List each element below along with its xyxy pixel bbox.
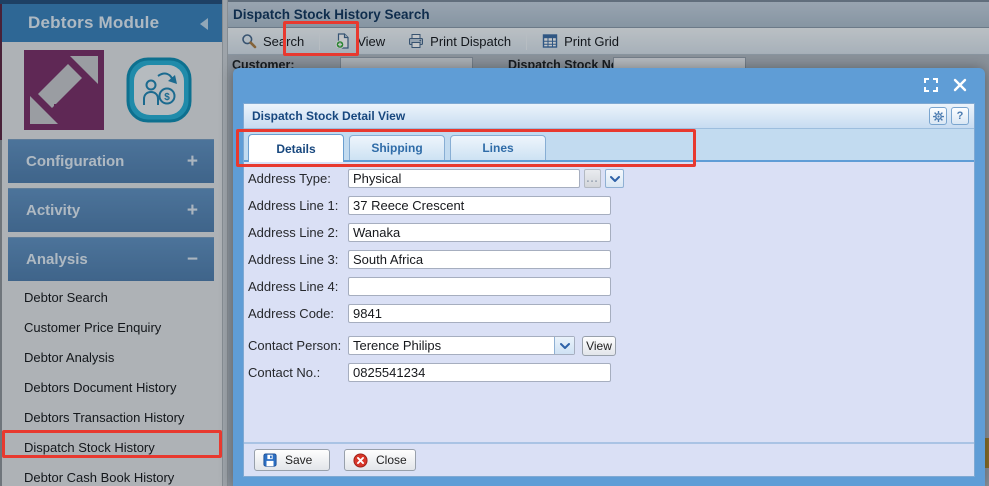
chevron-down-icon — [610, 175, 620, 183]
close-icon — [953, 78, 967, 92]
close-red-icon — [353, 453, 368, 468]
contact-person-chevron[interactable] — [554, 337, 574, 354]
address-line-4-row: Address Line 4: — [248, 277, 974, 296]
modal-window-buttons — [924, 78, 967, 92]
address-line-1-label: Address Line 1: — [248, 198, 348, 213]
tab-shipping[interactable]: Shipping — [349, 135, 445, 160]
address-type-row: Address Type: ... — [248, 169, 974, 188]
gear-icon — [933, 111, 944, 122]
details-form: Address Type: ... Address Line 1: Addres… — [244, 162, 974, 442]
address-line-1-input[interactable] — [348, 196, 611, 215]
maximize-button[interactable] — [924, 78, 938, 92]
close-dialog-button[interactable]: Close — [344, 449, 416, 471]
address-type-label: Address Type: — [248, 171, 348, 186]
address-line-3-label: Address Line 3: — [248, 252, 348, 267]
address-line-4-label: Address Line 4: — [248, 279, 348, 294]
address-code-label: Address Code: — [248, 306, 348, 321]
address-type-input[interactable] — [348, 169, 580, 188]
contact-person-label: Contact Person: — [248, 338, 348, 353]
address-line-2-input[interactable] — [348, 223, 611, 242]
address-type-lookup-button[interactable]: ... — [584, 169, 601, 188]
contact-no-input[interactable] — [348, 363, 611, 382]
address-line-4-input[interactable] — [348, 277, 611, 296]
address-code-input[interactable] — [348, 304, 611, 323]
tab-details[interactable]: Details — [248, 134, 344, 162]
modal-footer: Save Close — [244, 442, 974, 476]
contact-no-label: Contact No.: — [248, 365, 348, 380]
settings-button[interactable] — [929, 107, 947, 125]
address-line-1-row: Address Line 1: — [248, 196, 974, 215]
save-floppy-icon — [263, 453, 277, 467]
app-window: Debtors Module — [0, 0, 989, 486]
close-button[interactable] — [953, 78, 967, 92]
save-label: Save — [285, 453, 312, 467]
save-button[interactable]: Save — [254, 449, 330, 471]
tab-strip: Details Shipping Lines — [244, 129, 974, 162]
contact-person-select[interactable]: Terence Philips — [348, 336, 575, 355]
panel-title: Dispatch Stock Detail View — [252, 109, 925, 123]
contact-no-row: Contact No.: — [248, 363, 974, 382]
address-line-3-input[interactable] — [348, 250, 611, 269]
address-line-2-label: Address Line 2: — [248, 225, 348, 240]
panel-header: Dispatch Stock Detail View ? — [244, 104, 974, 129]
contact-person-row: Contact Person: Terence Philips View — [248, 336, 974, 355]
contact-view-button[interactable]: View — [582, 336, 616, 356]
maximize-icon — [924, 78, 938, 92]
address-code-row: Address Code: — [248, 304, 974, 323]
close-label: Close — [376, 453, 407, 467]
detail-panel: Dispatch Stock Detail View ? Details Shi… — [243, 103, 975, 477]
address-line-3-row: Address Line 3: — [248, 250, 974, 269]
chevron-down-icon — [560, 342, 570, 350]
contact-person-value: Terence Philips — [349, 338, 554, 353]
address-line-2-row: Address Line 2: — [248, 223, 974, 242]
address-type-dropdown-button[interactable] — [605, 169, 624, 188]
dispatch-detail-modal: Dispatch Stock Detail View ? Details Shi… — [233, 68, 985, 486]
help-button[interactable]: ? — [951, 107, 969, 125]
tab-lines[interactable]: Lines — [450, 135, 546, 160]
